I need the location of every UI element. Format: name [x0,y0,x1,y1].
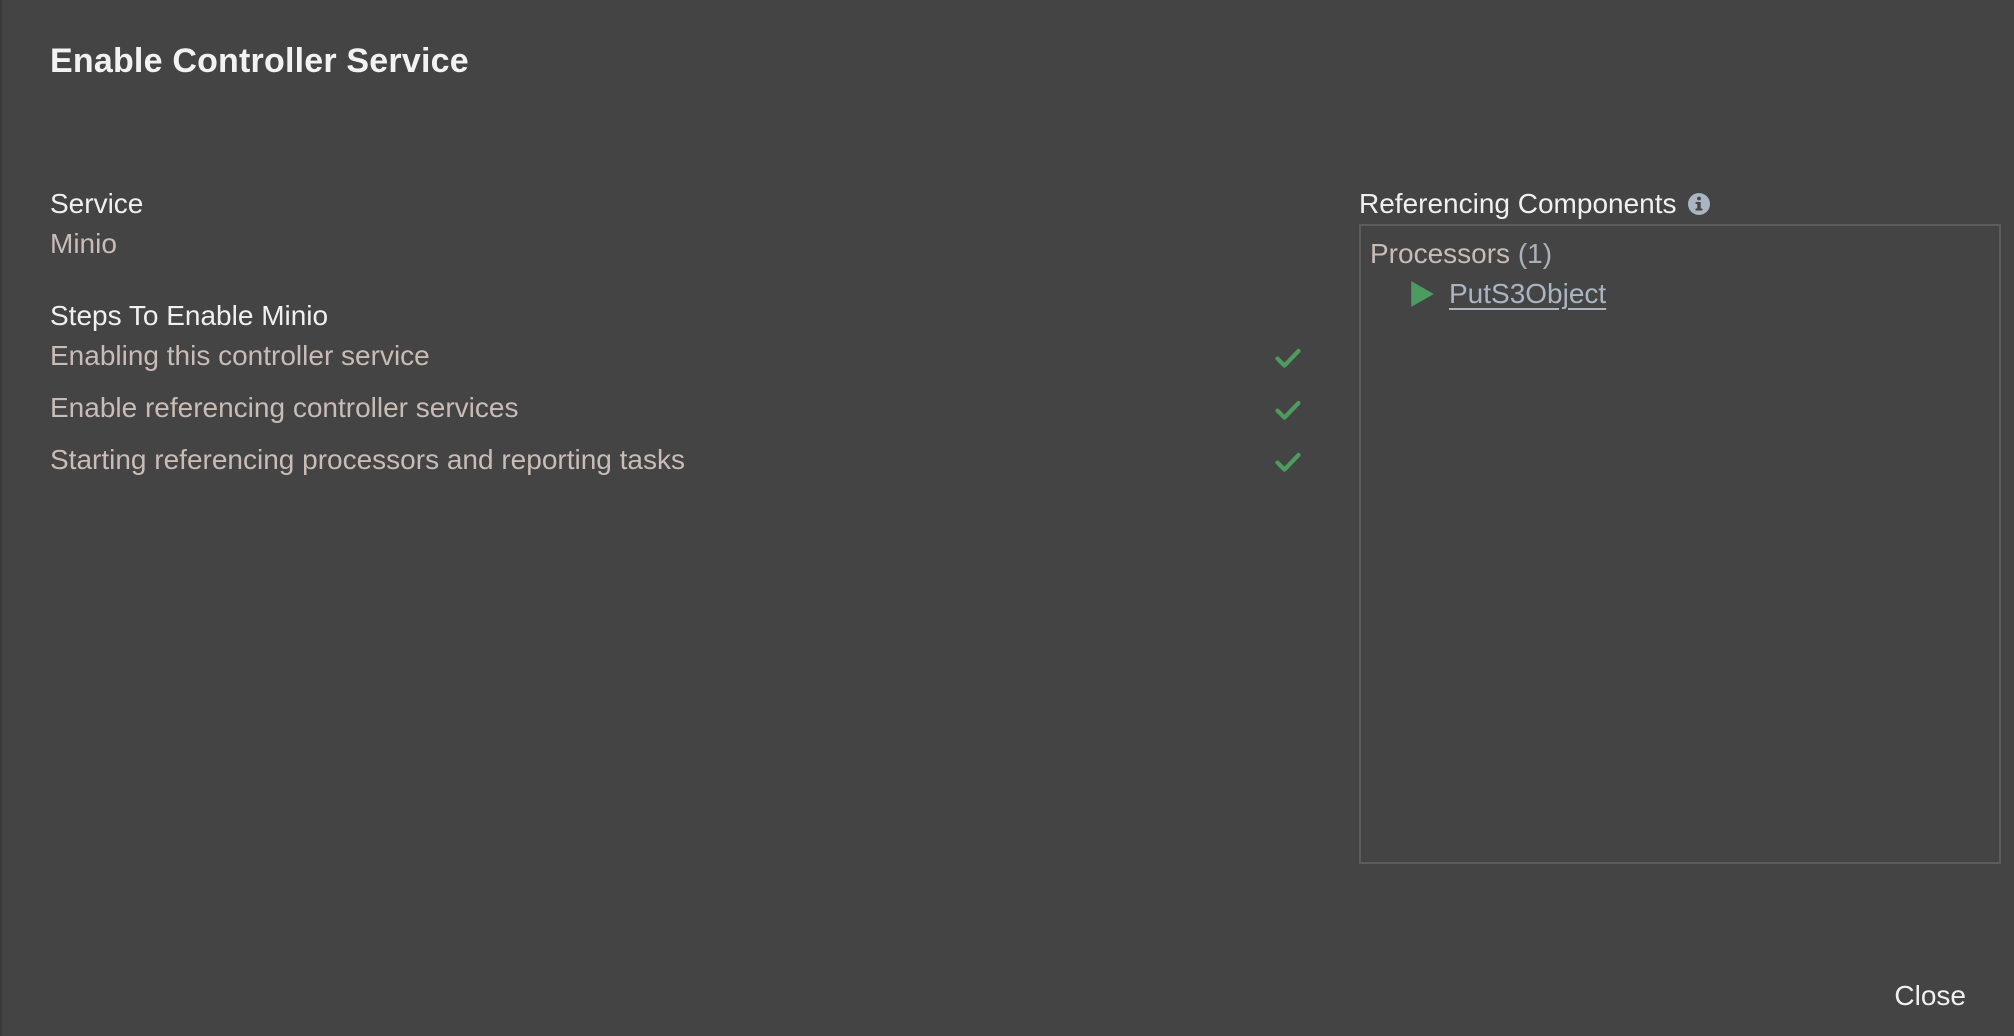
play-icon [1411,281,1434,307]
referencing-components-label: Referencing Components [1359,188,1677,219]
info-icon[interactable] [1687,192,1711,216]
step-row: Enabling this controller service [50,340,1301,380]
processors-group: Processors (1) [1370,238,1552,270]
service-label: Service [50,188,144,219]
close-button[interactable]: Close [1884,974,1976,1018]
check-icon [1275,400,1301,420]
referencing-components-header: Referencing Components [1359,188,1711,220]
dialog-title: Enable Controller Service [50,42,469,80]
step-text: Enabling this controller service [50,340,430,371]
check-icon [1275,452,1301,472]
processors-count: (1) [1517,238,1553,269]
steps-label: Steps To Enable Minio [50,300,329,331]
step-row: Starting referencing processors and repo… [50,444,1301,484]
service-value: Minio [50,228,117,259]
step-row: Enable referencing controller services [50,392,1301,432]
check-icon [1275,348,1301,368]
referencing-components-panel[interactable]: Processors (1) PutS3Object [1359,224,2001,864]
step-text: Enable referencing controller services [50,392,519,423]
enable-controller-service-dialog: Enable Controller Service Service Minio … [0,0,2014,1036]
background-edge [0,0,2,1036]
processor-link-puts3object[interactable]: PutS3Object [1449,278,1606,310]
processors-group-label: Processors [1370,238,1511,269]
processor-item: PutS3Object [1409,278,1606,310]
step-text: Starting referencing processors and repo… [50,444,685,475]
